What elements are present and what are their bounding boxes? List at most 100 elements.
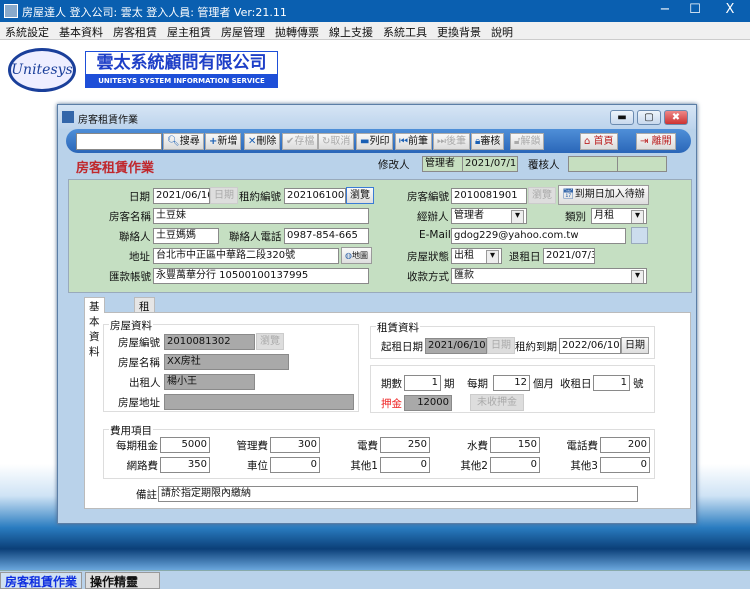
fee-input[interactable]: 5000 <box>160 437 210 453</box>
window-titlebar: 房客租賃作業 ▬ ▢ ✖ <box>58 105 696 129</box>
fee-input[interactable]: 0 <box>600 457 650 473</box>
house-browse-button[interactable]: 瀏覽 <box>256 333 284 350</box>
menu-system-settings[interactable]: 系統設定 <box>0 22 54 42</box>
each-period-input[interactable]: 12 <box>493 375 530 391</box>
save-button[interactable]: ✔存檔 <box>282 133 319 150</box>
maximize-button[interactable]: ☐ <box>680 2 710 17</box>
tab-rent-details[interactable]: 租金明細 <box>134 297 155 358</box>
window-maximize-button[interactable]: ▢ <box>637 110 661 125</box>
phone-input[interactable]: 0987-854-665 <box>284 228 369 244</box>
end-date-input[interactable]: 2022/06/10 <box>559 338 621 354</box>
tenant-no-input[interactable]: 2010081901 <box>451 188 527 204</box>
bank-account-input[interactable]: 永豐萬華分行 10500100137995 <box>153 268 369 284</box>
menu-landlord-lease[interactable]: 屋主租賃 <box>162 22 216 42</box>
print-button[interactable]: ▬列印 <box>356 133 394 150</box>
unpaid-deposit-button[interactable]: 未收押金 <box>470 394 524 411</box>
minimize-button[interactable]: − <box>650 2 680 17</box>
bank-account-label: 匯款帳號 <box>109 271 151 283</box>
search-input[interactable] <box>76 133 162 150</box>
cancel-button[interactable]: ↻取消 <box>318 133 355 150</box>
prev-button[interactable]: ⏮前筆 <box>395 133 432 150</box>
menu-tenant-lease[interactable]: 房客租賃 <box>108 22 162 42</box>
menu-house-management[interactable]: 房屋管理 <box>216 22 270 42</box>
company-logo: Unitesys <box>8 48 76 92</box>
date-input[interactable]: 2021/06/10 <box>153 188 210 204</box>
periods-input[interactable]: 1 <box>404 375 441 391</box>
email-input[interactable]: gdog229@yahoo.com.tw <box>451 228 626 244</box>
menu-bar: 系統設定 基本資料 房客租賃 屋主租賃 房屋管理 拋轉傳票 線上支援 系統工具 更換背景 說明 <box>0 22 750 40</box>
menu-online-support[interactable]: 線上支援 <box>324 22 378 42</box>
fee-label: 其他2 <box>460 460 488 472</box>
home-button[interactable]: ⌂ 首頁 <box>580 133 618 150</box>
window-icon <box>62 111 74 123</box>
category-label: 類別 <box>565 211 586 223</box>
handler-select[interactable]: 管理者 <box>451 208 527 224</box>
house-status-select[interactable]: 出租 <box>451 248 502 264</box>
add-button[interactable]: +新增 <box>205 133 242 150</box>
pay-day-label: 收租日 <box>560 378 592 390</box>
add-todo-button[interactable]: 📅︎到期日加入待辦 <box>558 185 649 205</box>
menu-basic-data[interactable]: 基本資料 <box>54 22 108 42</box>
category-select[interactable]: 月租 <box>591 208 647 224</box>
close-button[interactable]: X <box>715 2 745 17</box>
toolbar: 🔍︎搜尋 +新增 ✕刪除 ✔存檔 ↻取消 ▬列印 ⏮前筆 ⏭後筆 🔒︎審核 🔓︎… <box>66 129 691 153</box>
app-titlebar: 房屋達人 登入公司: 雲太 登入人員: 管理者 Ver:21.11 − ☐ X <box>0 0 750 22</box>
save-label: 存檔 <box>294 136 315 147</box>
form-title: 房客租賃作業 <box>76 161 155 176</box>
task-tenant-lease[interactable]: 房客租賃作業 <box>0 572 83 589</box>
note-label: 備註 <box>136 489 157 501</box>
exit-button[interactable]: ⇥ 離開 <box>636 133 676 150</box>
search-button[interactable]: 🔍︎搜尋 <box>163 133 204 150</box>
move-out-input[interactable]: 2021/07/30 <box>543 248 595 264</box>
unlock-button[interactable]: 🔓︎解鎖 <box>510 133 545 150</box>
contact-input[interactable]: 土豆媽媽 <box>153 228 219 244</box>
window-minimize-button[interactable]: ▬ <box>610 110 634 125</box>
each-period-unit: 個月 <box>533 378 554 390</box>
fee-input[interactable]: 200 <box>600 437 650 453</box>
menu-system-tools[interactable]: 系統工具 <box>378 22 432 42</box>
map-button[interactable]: ◍地圖 <box>341 247 372 264</box>
home-icon: ⌂ <box>584 136 591 147</box>
house-address-field <box>164 394 354 410</box>
delete-button[interactable]: ✕刪除 <box>244 133 281 150</box>
fee-input[interactable]: 0 <box>270 457 320 473</box>
menu-voucher-transfer[interactable]: 拋轉傳票 <box>270 22 324 42</box>
fee-input[interactable]: 250 <box>380 437 430 453</box>
house-address-label: 房屋地址 <box>118 397 160 409</box>
app-title: 房屋達人 登入公司: 雲太 登入人員: 管理者 Ver:21.11 <box>22 6 287 19</box>
tenant-name-input[interactable]: 土豆妹 <box>153 208 369 224</box>
pay-day-input[interactable]: 1 <box>593 375 630 391</box>
periods-label: 期數 <box>381 378 402 390</box>
menu-help[interactable]: 說明 <box>486 22 518 42</box>
task-operation-wizard[interactable]: 操作精靈 <box>85 572 160 589</box>
send-email-icon[interactable] <box>631 227 648 244</box>
lease-info-group: 租賃資料 起租日期 2021/06/10 日期 租約到期 2022/06/10 … <box>370 320 655 359</box>
date-label: 日期 <box>129 191 150 203</box>
date-picker-button[interactable]: 日期 <box>210 187 238 204</box>
end-date-button[interactable]: 日期 <box>621 337 649 354</box>
contract-no-input[interactable]: 2021061001 <box>284 188 346 204</box>
contract-browse-button[interactable]: 瀏覽 <box>346 187 374 204</box>
prev-label: 前筆 <box>408 136 428 147</box>
payment-method-select[interactable]: 匯款 <box>451 268 647 284</box>
search-label: 搜尋 <box>179 136 200 147</box>
tab-basic-info[interactable]: 基本資料 <box>84 297 105 358</box>
fee-label: 其他3 <box>570 460 598 472</box>
fee-input[interactable]: 300 <box>270 437 320 453</box>
next-button[interactable]: ⏭後筆 <box>433 133 470 150</box>
address-input[interactable]: 台北市中正區中華路二段320號 <box>153 248 339 264</box>
tenant-browse-button[interactable]: 瀏覽 <box>528 187 556 204</box>
fee-input[interactable]: 350 <box>160 457 210 473</box>
handler-label: 經辦人 <box>417 211 449 223</box>
window-close-button[interactable]: ✖ <box>664 110 688 125</box>
fee-input[interactable]: 0 <box>380 457 430 473</box>
audit-label: 審核 <box>480 136 501 147</box>
menu-change-background[interactable]: 更換背景 <box>432 22 486 42</box>
fee-input[interactable]: 0 <box>490 457 540 473</box>
note-input[interactable]: 請於指定期限內繳納 <box>158 486 638 502</box>
modified-date-field: 2021/07/17 <box>462 156 518 172</box>
audit-button[interactable]: 🔒︎審核 <box>471 133 505 150</box>
start-date-button[interactable]: 日期 <box>487 337 515 354</box>
company-name-cn: 雲太系統顧問有限公司 <box>86 52 277 74</box>
fee-input[interactable]: 150 <box>490 437 540 453</box>
